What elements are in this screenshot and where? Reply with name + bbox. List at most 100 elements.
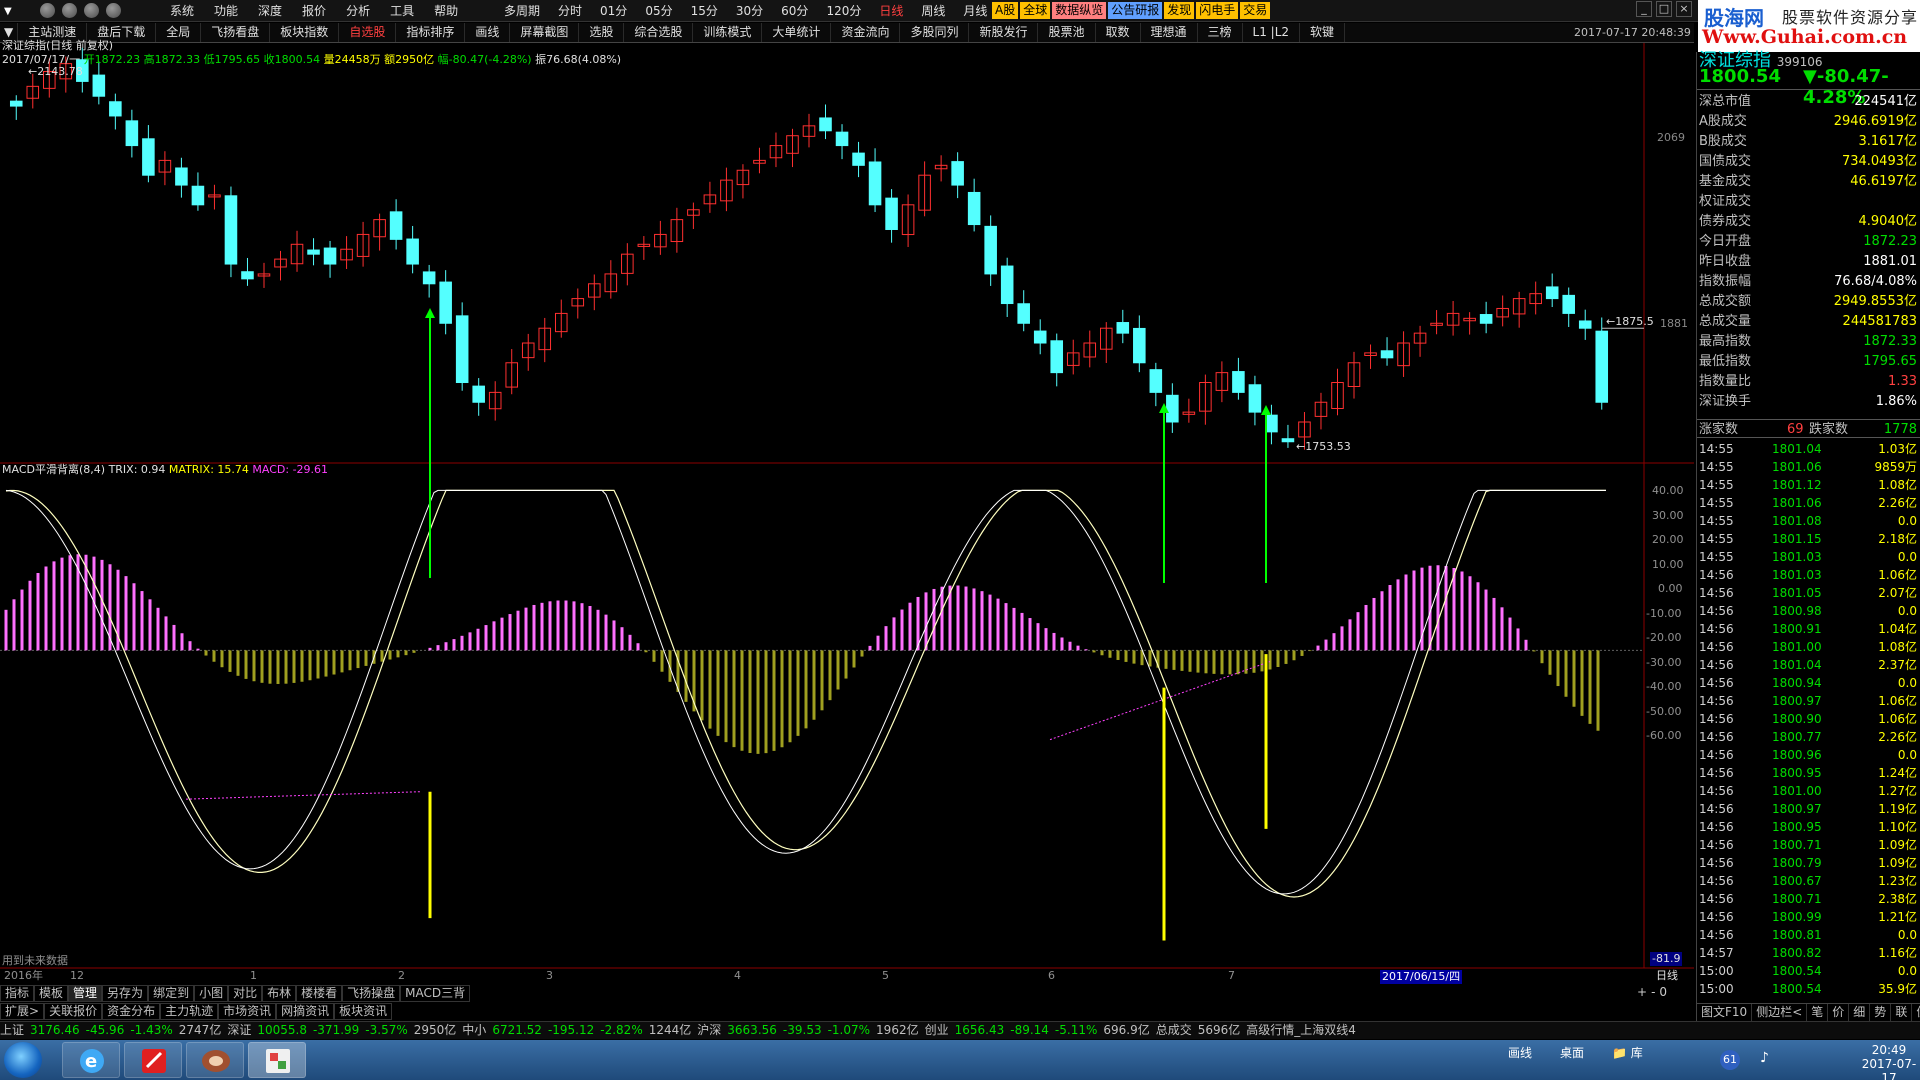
tag-button-3[interactable]: 公告研报	[1108, 2, 1163, 19]
tick-amount: 1.06亿	[1878, 712, 1917, 726]
minimize-icon[interactable]: _	[1636, 1, 1652, 17]
toolbar-item-15[interactable]: 新股发行	[969, 23, 1039, 42]
side-tab-6[interactable]: 联	[1891, 1004, 1913, 1021]
toolbar-item-2[interactable]: 全局	[156, 23, 202, 42]
menu-item-5[interactable]: 工具	[380, 2, 424, 20]
tick-row: 14:57 1800.82 1.16亿	[1697, 944, 1920, 962]
toolbar-item-11[interactable]: 训练模式	[693, 23, 763, 42]
clock[interactable]: 20:49 2017-07-17	[1858, 1043, 1920, 1080]
toolbar-item-8[interactable]: 屏幕截图	[510, 23, 580, 42]
period-1[interactable]: 分时	[549, 2, 591, 20]
toolbar-item-18[interactable]: 理想通	[1141, 23, 1198, 42]
indicator-tab-0[interactable]: 指标	[0, 985, 35, 1002]
toolbar-item-6[interactable]: 指标排序	[396, 23, 466, 42]
tick-amount: 0.0	[1897, 676, 1917, 690]
indicator-tab-5[interactable]: 小图	[194, 985, 229, 1002]
toolbar-item-20[interactable]: L1 |L2	[1243, 23, 1301, 42]
toolbar-item-12[interactable]: 大单统计	[762, 23, 832, 42]
period-8[interactable]: 日线	[870, 2, 912, 20]
ie-icon[interactable]: e	[62, 1042, 120, 1078]
stock-app-icon[interactable]	[248, 1042, 306, 1078]
app-icon[interactable]: ▼	[4, 3, 19, 18]
tick-time: 14:56	[1699, 910, 1734, 924]
toolbar-item-19[interactable]: 三榜	[1198, 23, 1243, 42]
side-tab-2[interactable]: 笔	[1807, 1004, 1829, 1021]
notification-badge[interactable]: 61	[1720, 1050, 1740, 1070]
extension-tab-1[interactable]: 关联报价	[44, 1003, 103, 1020]
tag-button-4[interactable]: 发现	[1164, 2, 1195, 19]
period-3[interactable]: 05分	[636, 2, 681, 20]
indicator-tab-4[interactable]: 绑定到	[148, 985, 195, 1002]
side-tab-1[interactable]: 侧边栏<	[1752, 1004, 1808, 1021]
zoom-in-button[interactable]: +	[1637, 985, 1647, 999]
toolbar-item-7[interactable]: 画线	[465, 23, 511, 42]
reset-button[interactable]: 0	[1659, 985, 1667, 999]
extension-tab-0[interactable]: 扩展>	[0, 1003, 45, 1020]
toolbar-item-17[interactable]: 取数	[1096, 23, 1141, 42]
indicator-tab-8[interactable]: 楼楼看	[296, 985, 343, 1002]
toolbar-item-13[interactable]: 资金流向	[831, 23, 901, 42]
tag-button-6[interactable]: 交易	[1240, 2, 1271, 19]
menu-item-4[interactable]: 分析	[336, 2, 380, 20]
restore-icon[interactable]: □	[1656, 1, 1672, 17]
extension-tab-4[interactable]: 市场资讯	[218, 1003, 277, 1020]
side-tab-3[interactable]: 价	[1828, 1004, 1850, 1021]
indicator-tab-6[interactable]: 对比	[228, 985, 263, 1002]
x-axis-label: 3	[546, 969, 553, 982]
zoom-out-button[interactable]: -	[1651, 985, 1655, 999]
toolbar-item-4[interactable]: 板块指数	[270, 23, 340, 42]
period-7[interactable]: 120分	[817, 2, 870, 20]
extension-tab-3[interactable]: 主力轨迹	[160, 1003, 219, 1020]
period-4[interactable]: 15分	[682, 2, 727, 20]
indicator-tab-9[interactable]: 飞扬操盘	[342, 985, 401, 1002]
menu-item-2[interactable]: 深度	[248, 2, 292, 20]
toolbar-item-14[interactable]: 多股同列	[900, 23, 970, 42]
period-6[interactable]: 60分	[772, 2, 817, 20]
menu-item-6[interactable]: 帮助	[424, 2, 468, 20]
nav-button-1[interactable]	[40, 3, 55, 18]
menu-item-1[interactable]: 功能	[204, 2, 248, 20]
tag-button-0[interactable]: A股	[992, 2, 1019, 19]
indicator-tab-7[interactable]: 布林	[262, 985, 297, 1002]
side-tab-5[interactable]: 势	[1870, 1004, 1892, 1021]
tray-item-draw[interactable]: 画线	[1508, 1044, 1532, 1061]
tag-button-5[interactable]: 闪电手	[1196, 2, 1239, 19]
kline-chart[interactable]	[0, 43, 1694, 983]
extension-tab-2[interactable]: 资金分布	[102, 1003, 161, 1020]
nav-button-2[interactable]	[62, 3, 77, 18]
period-10[interactable]: 月线	[954, 2, 996, 20]
indicator-tab-10[interactable]: MACD三背	[400, 985, 471, 1002]
period-0[interactable]: 多周期	[495, 2, 549, 20]
side-tab-0[interactable]: 图文F10	[1697, 1004, 1753, 1021]
start-icon[interactable]	[4, 1042, 42, 1078]
volume-icon[interactable]: ♪	[1760, 1050, 1769, 1066]
indicator-tab-2[interactable]: 管理	[68, 985, 103, 1002]
extension-tab-5[interactable]: 网摘资讯	[276, 1003, 335, 1020]
toolbar-item-10[interactable]: 综合选股	[624, 23, 694, 42]
side-tab-4[interactable]: 细	[1849, 1004, 1871, 1021]
toolbar-item-3[interactable]: 飞扬看盘	[201, 23, 271, 42]
toolbar-item-16[interactable]: 股票池	[1038, 23, 1096, 42]
nav-button-4[interactable]	[106, 3, 121, 18]
period-2[interactable]: 01分	[591, 2, 636, 20]
toolbar-item-9[interactable]: 选股	[579, 23, 625, 42]
toolbar-item-5[interactable]: 自选股	[339, 23, 397, 42]
menu-item-3[interactable]: 报价	[292, 2, 336, 20]
app-icon-brown[interactable]	[186, 1042, 244, 1078]
menu-item-0[interactable]: 系统	[160, 2, 204, 20]
nav-button-3[interactable]	[84, 3, 99, 18]
chart-area[interactable]: 深证综指(日线 前复权) 2017/07/17/一 开1872.23 高1872…	[0, 39, 1694, 984]
tag-button-2[interactable]: 数据纵览	[1052, 2, 1107, 19]
tray-item-library[interactable]: 📁 库	[1612, 1044, 1643, 1061]
close-icon[interactable]: ×	[1676, 1, 1692, 17]
indicator-tab-3[interactable]: 另存为	[102, 985, 149, 1002]
period-5[interactable]: 30分	[727, 2, 772, 20]
indicator-tab-1[interactable]: 模板	[34, 985, 69, 1002]
app-icon-red[interactable]	[124, 1042, 182, 1078]
toolbar-item-21[interactable]: 软键	[1300, 23, 1346, 42]
extension-tab-6[interactable]: 板块资讯	[334, 1003, 393, 1020]
side-tab-7[interactable]: 值	[1912, 1004, 1920, 1021]
period-9[interactable]: 周线	[912, 2, 954, 20]
tray-item-desktop[interactable]: 桌面	[1560, 1044, 1584, 1061]
tag-button-1[interactable]: 全球	[1020, 2, 1051, 19]
